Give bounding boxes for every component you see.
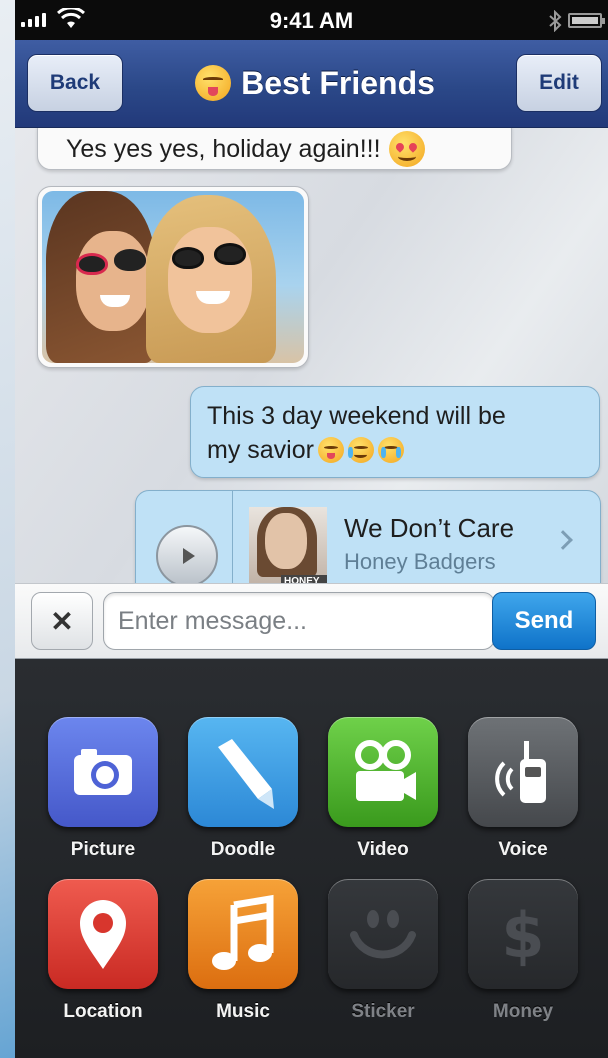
message-text-line2: my savior (207, 436, 314, 464)
crying-face-icon (377, 437, 404, 463)
album-caption: HONEY BADGERS (281, 575, 327, 583)
music-note-icon (188, 879, 298, 989)
bluetooth-icon (549, 10, 562, 32)
incoming-message[interactable]: Yes yes yes, holiday again!!! (37, 128, 512, 170)
phone-screen: 9:41 AM Back Best Friends Edit Yes yes y… (15, 0, 608, 1058)
outgoing-message[interactable]: This 3 day weekend will be my savior (190, 386, 600, 478)
close-attachments-button[interactable]: ✕ (31, 592, 93, 650)
chevron-right-icon[interactable] (553, 530, 573, 550)
tongue-face-icon (317, 437, 344, 463)
walkie-talkie-icon (468, 717, 578, 827)
video-camera-icon (328, 717, 438, 827)
pencil-icon (188, 717, 298, 827)
camera-icon (48, 717, 158, 827)
message-composer: ✕ Send (15, 583, 608, 659)
message-input[interactable] (103, 592, 495, 650)
divider (232, 491, 233, 583)
nav-bar: Back Best Friends Edit (15, 40, 608, 128)
song-title: We Don’t Care (344, 513, 515, 543)
attach-location[interactable]: Location (48, 879, 158, 1023)
attach-music[interactable]: Music (188, 879, 298, 1023)
attach-video[interactable]: Video (328, 717, 438, 861)
smiley-icon (328, 879, 438, 989)
attach-label: Voice (498, 839, 548, 860)
attachment-panel: Picture Doodle Video Voice Location Musi… (15, 659, 608, 1058)
tears-of-joy-face-icon (347, 437, 374, 463)
attach-label: Money (492, 1001, 554, 1022)
message-text: Yes yes yes, holiday again!!! (66, 134, 381, 163)
album-cover: HONEY BADGERS (249, 507, 327, 583)
photo-thumbnail[interactable] (42, 191, 304, 363)
attach-label: Location (63, 1001, 143, 1022)
dollar-icon: $ (468, 879, 578, 989)
attach-label: Doodle (210, 839, 276, 860)
svg-text:$: $ (501, 899, 544, 972)
message-text-line1: This 3 day weekend will be (207, 402, 506, 430)
status-bar: 9:41 AM (15, 0, 608, 40)
attach-voice[interactable]: Voice (468, 717, 578, 861)
close-icon: ✕ (50, 605, 74, 637)
send-button[interactable]: Send (492, 592, 596, 650)
song-artist: Honey Badgers (344, 549, 496, 574)
play-button[interactable] (156, 525, 218, 583)
music-message[interactable]: HONEY BADGERS We Don’t Care Honey Badger… (135, 490, 601, 583)
page-title: Best Friends (165, 58, 465, 108)
heart-eyes-face-icon (388, 131, 425, 167)
attach-doodle[interactable]: Doodle (188, 717, 298, 861)
conversation-title: Best Friends (241, 64, 435, 101)
incoming-photo-message[interactable] (37, 186, 309, 368)
attach-label: Video (357, 839, 409, 860)
attach-label: Sticker (351, 1001, 415, 1022)
attach-money[interactable]: $ Money (468, 879, 578, 1023)
attach-picture[interactable]: Picture (48, 717, 158, 861)
attach-label: Music (216, 1001, 270, 1022)
edit-button[interactable]: Edit (516, 54, 602, 112)
map-pin-icon (48, 879, 158, 989)
battery-icon (568, 13, 605, 28)
tongue-face-icon (195, 65, 232, 101)
attach-label: Picture (70, 839, 136, 860)
status-time: 9:41 AM (269, 8, 354, 33)
chat-area[interactable]: Yes yes yes, holiday again!!! This 3 day… (15, 128, 608, 583)
back-button[interactable]: Back (27, 54, 123, 112)
attach-sticker[interactable]: Sticker (328, 879, 438, 1023)
